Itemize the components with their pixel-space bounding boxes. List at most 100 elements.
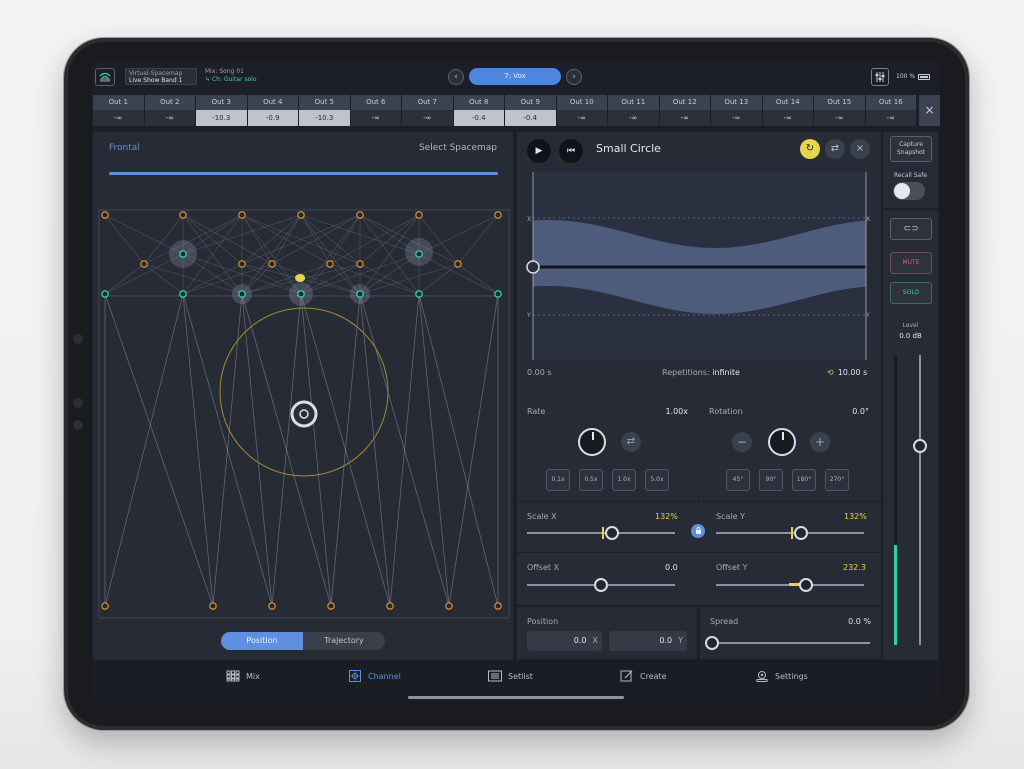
position-y-field[interactable]: 0.0 Y [609, 631, 687, 651]
spread-thumb[interactable] [705, 636, 719, 650]
playhead-handle[interactable] [526, 260, 540, 274]
speaker-node[interactable] [415, 211, 423, 219]
rotation-preset-button[interactable]: 45° [726, 469, 750, 491]
speaker-node[interactable] [268, 260, 276, 268]
speaker-node[interactable] [101, 290, 109, 298]
speaker-node[interactable] [238, 211, 246, 219]
rate-preset-button[interactable]: 0.1x [546, 469, 570, 491]
speaker-node[interactable] [356, 260, 364, 268]
speaker-node[interactable] [209, 602, 217, 610]
wifi-icon[interactable] [95, 68, 115, 86]
position-x-field[interactable]: 0.0 X [527, 631, 602, 651]
rate-preset-button[interactable]: 1.0x [612, 469, 636, 491]
scale-y-thumb[interactable] [794, 526, 808, 540]
speaker-node[interactable] [179, 250, 187, 258]
source-position-icon[interactable] [290, 400, 318, 428]
level-fader-thumb[interactable] [913, 439, 927, 453]
channel-selector[interactable]: 7: Vox [469, 68, 561, 85]
speaker-node[interactable] [494, 290, 502, 298]
output-channel[interactable]: Out 13 -∞ [711, 95, 763, 126]
loop-duration[interactable]: ⟲ 10.00 s [827, 368, 867, 377]
speaker-node[interactable] [415, 250, 423, 258]
view-label[interactable]: Frontal [109, 143, 140, 153]
repeat-icon[interactable]: ⇄ [825, 139, 845, 159]
rate-knob[interactable] [578, 428, 606, 456]
output-channel[interactable]: Out 6 -∞ [350, 95, 402, 126]
mixer-faders-icon[interactable] [871, 68, 889, 86]
trajectory-cursor-icon[interactable] [295, 274, 306, 282]
tab-channel[interactable]: Channel [348, 670, 401, 682]
speaker-node[interactable] [356, 211, 364, 219]
solo-button[interactable]: SOLO [890, 282, 932, 304]
tab-create[interactable]: Create [620, 670, 667, 682]
play-icon[interactable]: ▶ [527, 139, 551, 163]
output-channel[interactable]: Out 2 -∞ [144, 95, 196, 126]
speaker-node[interactable] [494, 211, 502, 219]
speaker-node[interactable] [179, 211, 187, 219]
output-channel[interactable]: Out 9 -0.4 [505, 95, 557, 126]
speaker-node[interactable] [454, 260, 462, 268]
speaker-node[interactable] [327, 602, 335, 610]
speaker-node[interactable] [140, 260, 148, 268]
tab-position[interactable]: Position [221, 632, 303, 650]
spacemap-indicator[interactable]: Virtual-Spacemap Live Show Band 1 [125, 68, 197, 85]
link-icon[interactable]: ⊂⊃ [890, 218, 932, 240]
output-channel[interactable]: Out 11 -∞ [608, 95, 660, 126]
tab-settings[interactable]: Settings [755, 670, 808, 682]
swap-icon[interactable]: ⇄ [621, 432, 641, 452]
offset-y-thumb[interactable] [799, 578, 813, 592]
scale-x-thumb[interactable] [605, 526, 619, 540]
speaker-node[interactable] [297, 211, 305, 219]
output-channel[interactable]: Out 12 -∞ [659, 95, 711, 126]
output-channel[interactable]: Out 8 -0.4 [453, 95, 505, 126]
tab-setlist[interactable]: Setlist [488, 670, 533, 682]
speaker-node[interactable] [356, 290, 364, 298]
chevron-right-icon[interactable]: › [566, 69, 582, 85]
capture-snapshot-button[interactable]: Capture Snapshot [890, 136, 932, 162]
speaker-node[interactable] [494, 602, 502, 610]
chevron-left-icon[interactable]: ‹ [448, 69, 464, 85]
repetitions[interactable]: Repetitions: infinite [662, 368, 740, 377]
speaker-node[interactable] [326, 260, 334, 268]
rate-preset-button[interactable]: 0.5x [579, 469, 603, 491]
speaker-node[interactable] [101, 211, 109, 219]
output-channel[interactable]: Out 14 -∞ [762, 95, 814, 126]
rotation-preset-button[interactable]: 270° [825, 469, 849, 491]
output-channel[interactable]: Out 4 -0.9 [247, 95, 299, 126]
trajectory-name[interactable]: Small Circle [596, 142, 661, 155]
offset-x-thumb[interactable] [594, 578, 608, 592]
tab-trajectory[interactable]: Trajectory [303, 632, 385, 650]
spacemap-canvas[interactable] [93, 206, 513, 626]
speaker-node[interactable] [268, 602, 276, 610]
speaker-node[interactable] [415, 290, 423, 298]
trajectory-waveform[interactable] [525, 172, 873, 362]
output-channel[interactable]: Out 15 -∞ [814, 95, 866, 126]
output-channel[interactable]: Out 5 -10.3 [299, 95, 351, 126]
speaker-node[interactable] [238, 290, 246, 298]
tab-mix[interactable]: Mix [226, 670, 260, 682]
output-channel[interactable]: Out 7 -∞ [402, 95, 454, 126]
output-channel[interactable]: Out 16 -∞ [865, 95, 917, 126]
minus-icon[interactable]: − [732, 432, 752, 452]
rotation-preset-button[interactable]: 90° [759, 469, 783, 491]
select-spacemap-button[interactable]: Select Spacemap [419, 143, 497, 153]
output-channel[interactable]: Out 1 -∞ [93, 95, 145, 126]
skip-back-icon[interactable]: ⏮ [559, 139, 583, 163]
mute-button[interactable]: MUTE [890, 252, 932, 274]
speaker-node[interactable] [179, 290, 187, 298]
rotation-knob[interactable] [768, 428, 796, 456]
speaker-node[interactable] [445, 602, 453, 610]
rate-preset-button[interactable]: 5.0x [645, 469, 669, 491]
output-channel[interactable]: Out 3 -10.3 [196, 95, 248, 126]
speaker-node[interactable] [297, 290, 305, 298]
close-icon[interactable]: × [919, 95, 940, 126]
speaker-node[interactable] [238, 260, 246, 268]
close-icon[interactable]: × [850, 139, 870, 159]
link-icon[interactable] [691, 524, 705, 538]
recall-safe-toggle[interactable] [893, 182, 925, 200]
output-channel[interactable]: Out 10 -∞ [556, 95, 608, 126]
loop-icon[interactable]: ↻ [800, 139, 820, 159]
rotation-preset-button[interactable]: 180° [792, 469, 816, 491]
speaker-node[interactable] [101, 602, 109, 610]
plus-icon[interactable]: + [810, 432, 830, 452]
